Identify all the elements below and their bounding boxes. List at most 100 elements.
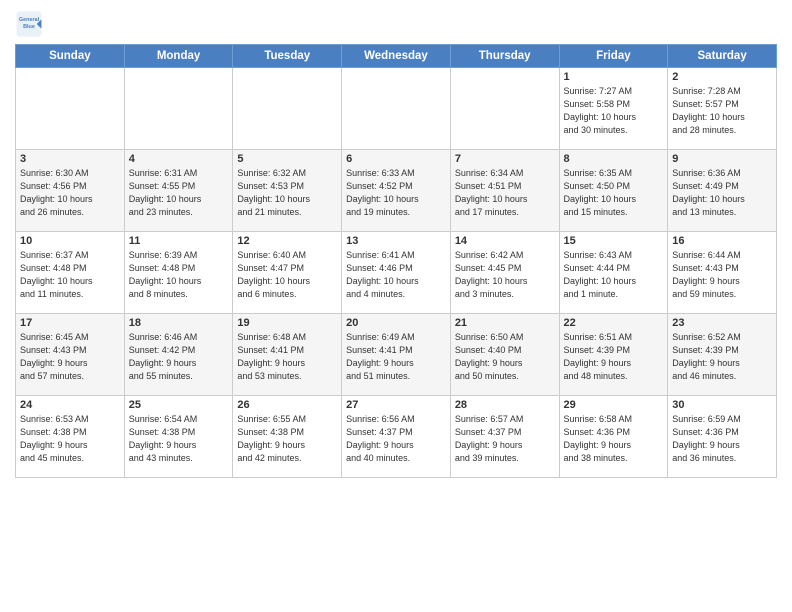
day-cell: 23Sunrise: 6:52 AM Sunset: 4:39 PM Dayli… xyxy=(668,314,777,396)
day-cell: 21 Sunrise: 6:50 AM Sunset: 4:40 PM Dayli… xyxy=(450,314,559,396)
week-row-0: 1Sunrise: 7:27 AM Sunset: 5:58 PM Daylig… xyxy=(16,68,777,150)
day-number: 7 xyxy=(455,153,555,165)
day-cell: 15 Sunrise: 6:43 AM Sunset: 4:44 PM Dayli… xyxy=(559,232,668,314)
day-detail: Sunrise: 6:40 AM Sunset: 4:47 PM Dayligh… xyxy=(237,249,337,301)
day-number: 13 xyxy=(346,235,446,247)
day-cell: 3 Sunrise: 6:30 AM Sunset: 4:56 PM Daylig… xyxy=(16,150,125,232)
day-cell: 11 Sunrise: 6:39 AM Sunset: 4:48 PM Dayli… xyxy=(124,232,233,314)
day-detail: Sunrise: 6:43 AM Sunset: 4:44 PM Dayligh… xyxy=(564,249,664,301)
day-number: 11 xyxy=(129,235,229,247)
day-detail: Sunrise: 6:55 AM Sunset: 4:38 PM Dayligh… xyxy=(237,413,337,465)
day-cell: 14 Sunrise: 6:42 AM Sunset: 4:45 PM Dayli… xyxy=(450,232,559,314)
day-cell: 8 Sunrise: 6:35 AM Sunset: 4:50 PM Daylig… xyxy=(559,150,668,232)
day-number: 17 xyxy=(20,317,120,329)
header-cell-friday: Friday xyxy=(559,45,668,68)
logo: General Blue xyxy=(15,10,43,38)
day-number: 1 xyxy=(564,71,664,83)
day-number: 28 xyxy=(455,399,555,411)
day-detail: Sunrise: 6:44 AM Sunset: 4:43 PM Dayligh… xyxy=(672,249,772,301)
day-cell: 6Sunrise: 6:33 AM Sunset: 4:52 PM Daylig… xyxy=(342,150,451,232)
day-detail: Sunrise: 6:45 AM Sunset: 4:43 PM Dayligh… xyxy=(20,331,120,383)
day-cell: 27 Sunrise: 6:56 AM Sunset: 4:37 PM Dayli… xyxy=(342,396,451,478)
page: General Blue SundayMondayTuesdayWednesda… xyxy=(0,0,792,612)
day-cell: 1Sunrise: 7:27 AM Sunset: 5:58 PM Daylig… xyxy=(559,68,668,150)
calendar-table: SundayMondayTuesdayWednesdayThursdayFrid… xyxy=(15,44,777,478)
header-cell-wednesday: Wednesday xyxy=(342,45,451,68)
day-cell: 18 Sunrise: 6:46 AM Sunset: 4:42 PM Dayli… xyxy=(124,314,233,396)
header: General Blue xyxy=(15,10,777,38)
header-cell-saturday: Saturday xyxy=(668,45,777,68)
header-row: SundayMondayTuesdayWednesdayThursdayFrid… xyxy=(16,45,777,68)
day-number: 20 xyxy=(346,317,446,329)
day-cell xyxy=(16,68,125,150)
logo-icon: General Blue xyxy=(15,10,43,38)
day-detail: Sunrise: 6:30 AM Sunset: 4:56 PM Dayligh… xyxy=(20,167,120,219)
day-detail: Sunrise: 6:31 AM Sunset: 4:55 PM Dayligh… xyxy=(129,167,229,219)
day-number: 29 xyxy=(564,399,664,411)
day-cell: 22 Sunrise: 6:51 AM Sunset: 4:39 PM Dayli… xyxy=(559,314,668,396)
day-cell: 26 Sunrise: 6:55 AM Sunset: 4:38 PM Dayli… xyxy=(233,396,342,478)
day-cell: 28 Sunrise: 6:57 AM Sunset: 4:37 PM Dayli… xyxy=(450,396,559,478)
day-detail: Sunrise: 6:46 AM Sunset: 4:42 PM Dayligh… xyxy=(129,331,229,383)
day-detail: Sunrise: 6:59 AM Sunset: 4:36 PM Dayligh… xyxy=(672,413,772,465)
day-cell: 29Sunrise: 6:58 AM Sunset: 4:36 PM Dayli… xyxy=(559,396,668,478)
day-detail: Sunrise: 6:53 AM Sunset: 4:38 PM Dayligh… xyxy=(20,413,120,465)
day-cell xyxy=(342,68,451,150)
day-cell: 16 Sunrise: 6:44 AM Sunset: 4:43 PM Dayli… xyxy=(668,232,777,314)
day-number: 24 xyxy=(20,399,120,411)
day-cell xyxy=(124,68,233,150)
day-detail: Sunrise: 6:42 AM Sunset: 4:45 PM Dayligh… xyxy=(455,249,555,301)
day-number: 14 xyxy=(455,235,555,247)
day-detail: Sunrise: 6:36 AM Sunset: 4:49 PM Dayligh… xyxy=(672,167,772,219)
day-number: 27 xyxy=(346,399,446,411)
day-detail: Sunrise: 6:50 AM Sunset: 4:40 PM Dayligh… xyxy=(455,331,555,383)
day-cell: 13Sunrise: 6:41 AM Sunset: 4:46 PM Dayli… xyxy=(342,232,451,314)
day-cell: 17 Sunrise: 6:45 AM Sunset: 4:43 PM Dayli… xyxy=(16,314,125,396)
day-number: 19 xyxy=(237,317,337,329)
day-number: 22 xyxy=(564,317,664,329)
day-number: 30 xyxy=(672,399,772,411)
day-detail: Sunrise: 6:48 AM Sunset: 4:41 PM Dayligh… xyxy=(237,331,337,383)
calendar-header: SundayMondayTuesdayWednesdayThursdayFrid… xyxy=(16,45,777,68)
day-number: 9 xyxy=(672,153,772,165)
header-cell-sunday: Sunday xyxy=(16,45,125,68)
day-number: 21 xyxy=(455,317,555,329)
svg-text:General: General xyxy=(19,17,40,23)
day-cell xyxy=(233,68,342,150)
header-cell-tuesday: Tuesday xyxy=(233,45,342,68)
day-number: 10 xyxy=(20,235,120,247)
day-number: 16 xyxy=(672,235,772,247)
day-detail: Sunrise: 7:28 AM Sunset: 5:57 PM Dayligh… xyxy=(672,85,772,137)
week-row-2: 10Sunrise: 6:37 AM Sunset: 4:48 PM Dayli… xyxy=(16,232,777,314)
day-detail: Sunrise: 6:57 AM Sunset: 4:37 PM Dayligh… xyxy=(455,413,555,465)
day-detail: Sunrise: 6:35 AM Sunset: 4:50 PM Dayligh… xyxy=(564,167,664,219)
day-number: 4 xyxy=(129,153,229,165)
day-cell: 19 Sunrise: 6:48 AM Sunset: 4:41 PM Dayli… xyxy=(233,314,342,396)
day-detail: Sunrise: 6:52 AM Sunset: 4:39 PM Dayligh… xyxy=(672,331,772,383)
day-detail: Sunrise: 6:32 AM Sunset: 4:53 PM Dayligh… xyxy=(237,167,337,219)
day-cell: 24 Sunrise: 6:53 AM Sunset: 4:38 PM Dayli… xyxy=(16,396,125,478)
day-cell: 30 Sunrise: 6:59 AM Sunset: 4:36 PM Dayli… xyxy=(668,396,777,478)
day-number: 25 xyxy=(129,399,229,411)
week-row-3: 17 Sunrise: 6:45 AM Sunset: 4:43 PM Dayli… xyxy=(16,314,777,396)
day-cell: 2 Sunrise: 7:28 AM Sunset: 5:57 PM Daylig… xyxy=(668,68,777,150)
day-detail: Sunrise: 6:54 AM Sunset: 4:38 PM Dayligh… xyxy=(129,413,229,465)
day-cell: 4 Sunrise: 6:31 AM Sunset: 4:55 PM Daylig… xyxy=(124,150,233,232)
day-number: 15 xyxy=(564,235,664,247)
svg-text:Blue: Blue xyxy=(23,24,35,30)
day-number: 3 xyxy=(20,153,120,165)
day-number: 2 xyxy=(672,71,772,83)
day-detail: Sunrise: 6:39 AM Sunset: 4:48 PM Dayligh… xyxy=(129,249,229,301)
calendar-body: 1Sunrise: 7:27 AM Sunset: 5:58 PM Daylig… xyxy=(16,68,777,478)
day-cell: 5 Sunrise: 6:32 AM Sunset: 4:53 PM Daylig… xyxy=(233,150,342,232)
day-number: 26 xyxy=(237,399,337,411)
header-cell-monday: Monday xyxy=(124,45,233,68)
day-number: 18 xyxy=(129,317,229,329)
day-cell: 25 Sunrise: 6:54 AM Sunset: 4:38 PM Dayli… xyxy=(124,396,233,478)
day-number: 8 xyxy=(564,153,664,165)
day-detail: Sunrise: 6:56 AM Sunset: 4:37 PM Dayligh… xyxy=(346,413,446,465)
day-number: 5 xyxy=(237,153,337,165)
day-detail: Sunrise: 6:51 AM Sunset: 4:39 PM Dayligh… xyxy=(564,331,664,383)
day-cell: 10Sunrise: 6:37 AM Sunset: 4:48 PM Dayli… xyxy=(16,232,125,314)
day-number: 6 xyxy=(346,153,446,165)
